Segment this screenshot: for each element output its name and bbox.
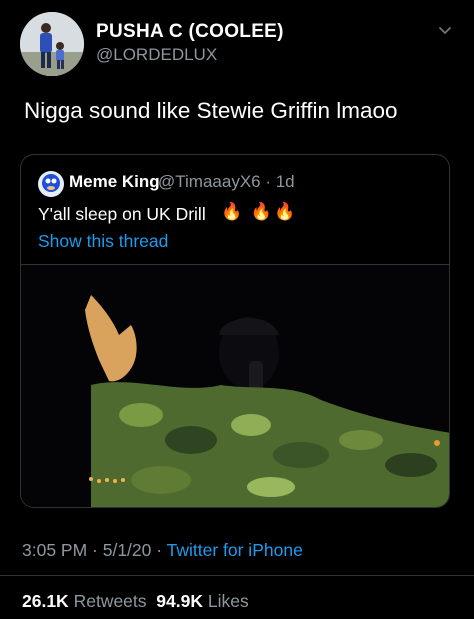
quoted-display-name[interactable]: Meme King: [69, 172, 160, 192]
avatar[interactable]: [20, 12, 84, 76]
quoted-tweet-text: Y'all sleep on UK Drill: [38, 204, 206, 224]
fire-emoji: 🔥 🔥🔥: [221, 202, 298, 221]
retweet-label[interactable]: Retweets: [74, 591, 147, 611]
retweet-count[interactable]: 26.1K: [22, 591, 69, 611]
tweet-timestamp: 3:05 PM · 5/1/20 · Twitter for iPhone: [22, 540, 303, 561]
user-handle[interactable]: @LORDEDLUX: [96, 45, 217, 65]
quoted-avatar: [38, 171, 64, 197]
divider: [0, 575, 474, 576]
show-thread-link[interactable]: Show this thread: [38, 231, 168, 252]
timestamp-text: 3:05 PM · 5/1/20 ·: [22, 540, 167, 560]
like-count[interactable]: 94.9K: [156, 591, 203, 611]
avatar-image: [20, 12, 84, 76]
chevron-down-icon[interactable]: [435, 20, 455, 40]
quoted-handle-time[interactable]: @TimaaayX6 · 1d: [158, 172, 295, 192]
tweet-text: Nigga sound like Stewie Griffin lmaoo: [24, 98, 398, 123]
source-link[interactable]: Twitter for iPhone: [167, 540, 303, 560]
engagement-stats: 26.1K Retweets 94.9K Likes: [22, 591, 249, 612]
quoted-tweet-card[interactable]: Meme King @TimaaayX6 · 1d Y'all sleep on…: [20, 154, 450, 508]
video-still[interactable]: [21, 265, 449, 507]
like-label[interactable]: Likes: [208, 591, 249, 611]
display-name[interactable]: PUSHA C (COOLEE): [96, 21, 284, 43]
